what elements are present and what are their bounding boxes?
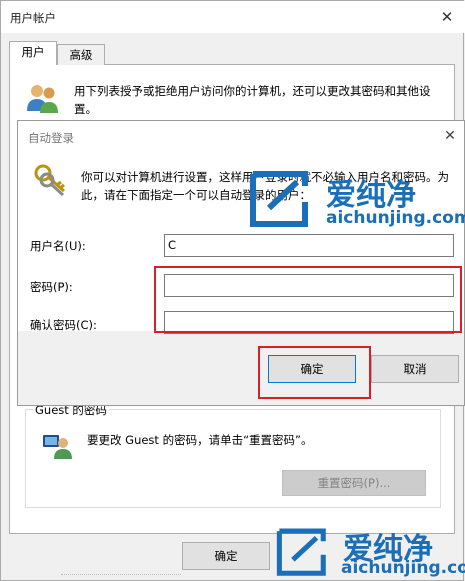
guest-description: 要更改 Guest 的密码，请单击“重置密码”。	[87, 433, 313, 447]
watermark-logo-icon	[276, 528, 326, 576]
confirm-password-label: 确认密码(C):	[30, 318, 97, 332]
password-label: 密码(P):	[30, 280, 73, 294]
ok-button-highlight	[258, 346, 371, 399]
bottom-divider	[61, 574, 181, 580]
dialog-cancel-button[interactable]: 取消	[371, 355, 459, 383]
users-icon	[27, 85, 58, 113]
reset-password-button[interactable]: 重置密码(P)...	[282, 470, 426, 496]
password-fields-highlight	[154, 266, 462, 333]
username-label: 用户名(U):	[30, 239, 86, 253]
watermark-domain: aichunjing.com	[341, 558, 465, 578]
outer-title-bar: 用户帐户 ✕	[1, 1, 465, 33]
outer-window-title: 用户帐户	[10, 11, 56, 25]
guest-user-icon	[43, 435, 72, 459]
tab-users[interactable]: 用户	[9, 41, 57, 65]
outer-close-icon[interactable]: ✕	[437, 7, 457, 27]
users-description: 用下列表授予或拒绝用户访问你的计算机，还可以更改其密码和其他设置。	[74, 84, 431, 116]
dialog-title: 自动登录	[28, 131, 74, 145]
watermark-logo-icon	[250, 171, 308, 227]
dialog-title-bar: 自动登录 ✕	[18, 121, 464, 151]
dialog-close-icon[interactable]: ✕	[441, 127, 459, 145]
watermark-domain: aichunjing.com	[326, 208, 465, 228]
username-input[interactable]: C	[164, 234, 454, 257]
outer-ok-button[interactable]: 确定	[182, 542, 270, 570]
tab-advanced[interactable]: 高级	[57, 44, 105, 65]
keys-icon	[34, 164, 65, 197]
auto-login-dialog: 自动登录 ✕ 你可以对计算机进行设置，这样用户登录时就不必输入用户名和密码。为此…	[17, 120, 465, 406]
